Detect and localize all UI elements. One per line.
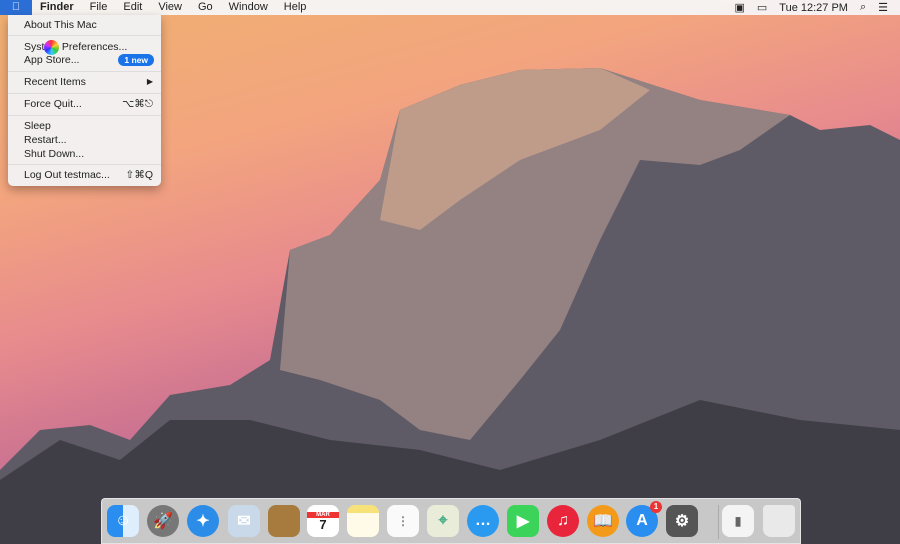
label: Shut Down... <box>24 148 85 160</box>
separator <box>8 164 161 165</box>
shortcut: ⇧⌘Q <box>125 169 153 181</box>
apple-menu-button[interactable]:  <box>0 0 32 15</box>
separator <box>8 35 161 36</box>
label: Recent Items <box>24 76 86 88</box>
menu-item-shut-down[interactable]: Shut Down... <box>8 147 161 161</box>
dock-contacts-icon[interactable] <box>268 505 300 537</box>
dock-messages-icon[interactable]: … <box>467 505 499 537</box>
menu-item-log-out[interactable]: Log Out testmac... ⇧⌘Q <box>8 168 161 182</box>
spotlight-icon[interactable]: ⌕ <box>860 1 866 14</box>
app-store-badge: 1 <box>650 501 662 513</box>
separator <box>8 71 161 72</box>
dock-launchpad-icon[interactable]: 🚀 <box>147 505 179 537</box>
dock-safari-icon[interactable]: ✦ <box>187 505 219 537</box>
dock-separator <box>718 505 719 539</box>
separator <box>8 115 161 116</box>
dock: ☺ 🚀 ✦ ✉ MAR 7 ⋮ ⌖ … ▶ ♫ 📖 A1 ⚙ ▮ <box>101 498 801 544</box>
menu-item-sleep[interactable]: Sleep <box>8 119 161 133</box>
menu-view[interactable]: View <box>150 0 190 15</box>
label: Restart... <box>24 134 67 146</box>
airplay-icon[interactable]: ▭ <box>757 1 767 14</box>
dock-downloads-icon[interactable]: ▮ <box>722 505 754 537</box>
menu-edit[interactable]: Edit <box>115 0 150 15</box>
label: App Store... <box>24 54 80 66</box>
dock-calendar-icon[interactable]: MAR 7 <box>307 505 339 537</box>
dock-app-store-icon[interactable]: A1 <box>626 501 662 537</box>
apple-menu: About This Mac System Preferences... App… <box>8 15 161 186</box>
dock-finder-icon[interactable]: ☺ <box>107 505 139 537</box>
label: Force Quit... <box>24 98 82 110</box>
display-icon[interactable]: ▣ <box>734 1 744 14</box>
dock-system-preferences-icon[interactable]: ⚙ <box>666 505 698 537</box>
menu-window[interactable]: Window <box>221 0 276 15</box>
submenu-arrow-icon: ▶ <box>146 77 153 86</box>
dock-ibooks-icon[interactable]: 📖 <box>587 505 619 537</box>
menu-item-force-quit[interactable]: Force Quit... ⌥⌘⎋ <box>8 97 161 111</box>
menu-go[interactable]: Go <box>190 0 221 15</box>
dock-trash-icon[interactable] <box>763 505 795 537</box>
menu-bar:  Finder File Edit View Go Window Help ▣… <box>0 0 900 15</box>
menu-item-system-preferences[interactable]: System Preferences... <box>8 40 161 54</box>
dock-facetime-icon[interactable]: ▶ <box>507 505 539 537</box>
label: Sleep <box>24 120 51 132</box>
shortcut: ⌥⌘⎋ <box>122 98 153 110</box>
clock[interactable]: Tue 12:27 PM <box>779 2 848 14</box>
menu-file[interactable]: File <box>82 0 116 15</box>
notification-center-icon[interactable]: ☰ <box>878 1 888 14</box>
calendar-day: 7 <box>319 516 327 532</box>
dock-maps-icon[interactable]: ⌖ <box>427 505 459 537</box>
menu-finder[interactable]: Finder <box>32 0 82 15</box>
label: System Preferences... <box>24 41 128 53</box>
label: About This Mac <box>24 19 97 31</box>
label: Log Out testmac... <box>24 169 110 181</box>
dock-itunes-icon[interactable]: ♫ <box>547 505 579 537</box>
update-badge: 1 new <box>118 54 154 66</box>
menu-help[interactable]: Help <box>276 0 315 15</box>
dock-reminders-icon[interactable]: ⋮ <box>387 505 419 537</box>
dock-notes-icon[interactable] <box>347 505 379 537</box>
menu-item-restart[interactable]: Restart... <box>8 133 161 147</box>
menu-item-about[interactable]: About This Mac <box>8 18 161 32</box>
menu-item-recent-items[interactable]: Recent Items ▶ <box>8 75 161 89</box>
separator <box>8 93 161 94</box>
dock-mail-icon[interactable]: ✉ <box>228 505 260 537</box>
menu-item-app-store[interactable]: App Store... 1 new <box>8 53 161 67</box>
spinning-wait-cursor-icon <box>44 40 59 55</box>
